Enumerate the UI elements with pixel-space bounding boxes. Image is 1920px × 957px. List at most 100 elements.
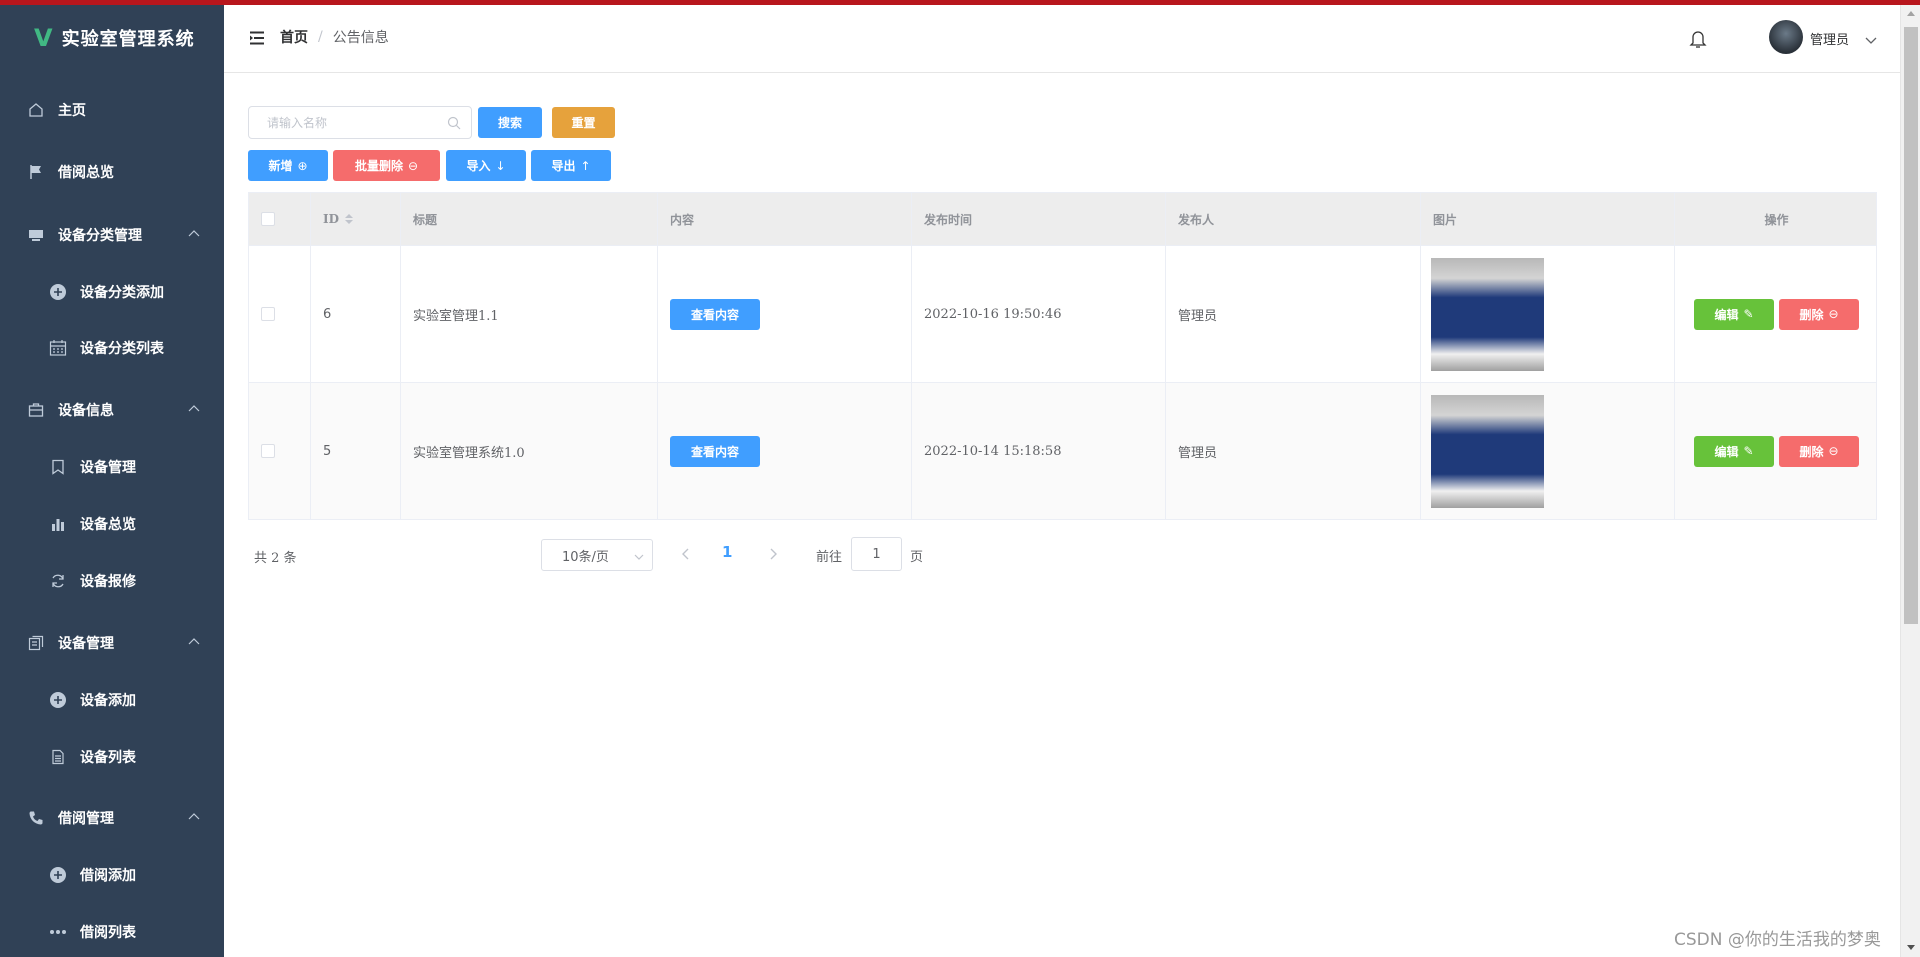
pencil-icon: ✎ [1743,307,1754,321]
cell-id: 5 [311,383,401,519]
cell-title: 实验室管理1.1 [401,246,658,382]
suitcase-icon [26,400,46,420]
reset-button[interactable]: 重置 [552,107,615,138]
more-icon [48,922,68,942]
vertical-scrollbar[interactable] [1900,5,1920,957]
refresh-icon [48,571,68,591]
sidebar-item-home[interactable]: 主页 [0,85,224,135]
circle-plus-icon [48,690,68,710]
arrow-down-icon: ↓ [495,158,506,173]
search-input[interactable]: 请输入名称 [248,106,472,139]
sidebar-item-label: 设备分类管理 [58,228,142,244]
sidebar-item-device-management[interactable]: 设备管理 [0,442,224,492]
chevron-up-icon [188,637,200,648]
scrollbar-thumb[interactable] [1904,27,1918,624]
sidebar-item-label: 设备报修 [80,574,136,590]
sidebar-item-label: 借阅添加 [80,868,136,884]
sort-caret-icon[interactable] [345,214,354,224]
header-id[interactable]: ID [311,193,401,245]
cell-time: 2022-10-16 19:50:46 [912,246,1166,382]
header-checkbox-cell [249,193,311,245]
sidebar-item-borrow-overview[interactable]: 借阅总览 [0,147,224,197]
add-button[interactable]: 新增 ⊕ [248,150,328,181]
table-row: 5 实验室管理系统1.0 查看内容 2022-10-14 15:18:58 管理… [249,382,1876,519]
sidebar-item-device-list[interactable]: 设备列表 [0,732,224,782]
edit-button[interactable]: 编辑 ✎ [1694,298,1774,330]
export-button[interactable]: 导出 ↑ [531,150,611,181]
view-content-button[interactable]: 查看内容 [670,435,760,467]
chevron-up-icon [188,229,200,240]
batch-delete-button[interactable]: 批量删除 ⊖ [333,150,440,181]
chevron-down-icon[interactable] [1865,31,1877,44]
avatar[interactable] [1769,20,1803,54]
flag-icon [26,162,46,182]
sidebar-item-label: 借阅管理 [58,811,114,827]
table-header: ID 标题 内容 发布时间 发布人 图片 操作 [249,193,1876,245]
page-size-value: 10条/页 [562,549,609,565]
bar-chart-icon [48,514,68,534]
sidebar-item-category-list[interactable]: 设备分类列表 [0,323,224,373]
edit-button[interactable]: 编辑 ✎ [1694,435,1774,467]
scroll-down-arrow-icon[interactable] [1907,945,1915,950]
cell-image [1421,246,1675,382]
cell-id: 6 [311,246,401,382]
app-logo: V 实验室管理系统 [0,5,224,70]
pencil-icon: ✎ [1743,444,1754,458]
calendar-icon [48,338,68,358]
sidebar-item-label: 设备管理 [58,636,114,652]
sidebar-item-label: 设备信息 [58,403,114,419]
sidebar-item-label: 设备列表 [80,750,136,766]
sidebar-item-device-repair[interactable]: 设备报修 [0,556,224,606]
table-row: 6 实验室管理1.1 查看内容 2022-10-16 19:50:46 管理员 … [249,245,1876,382]
phone-icon [26,808,46,828]
export-label: 导出 [551,159,576,173]
sidebar-item-device-admin[interactable]: 设备管理 [0,618,224,668]
cell-content: 查看内容 [658,246,912,382]
main-content: 首页 / 公告信息 管理员 请输入名称 搜索 重置 新增 ⊕ 批量删除 ⊖ 导入 ↓ … [224,5,1900,957]
username[interactable]: 管理员 [1810,29,1849,48]
sidebar-item-borrow-add[interactable]: 借阅添加 [0,850,224,900]
search-icon [447,116,461,130]
sidebar-item-borrow-management[interactable]: 借阅管理 [0,793,224,843]
sidebar-item-device-info[interactable]: 设备信息 [0,385,224,435]
notice-thumbnail[interactable] [1431,257,1544,371]
chevron-up-icon [188,404,200,415]
sidebar-item-device-add[interactable]: 设备添加 [0,675,224,725]
sidebar-item-category-management[interactable]: 设备分类管理 [0,210,224,260]
view-content-button[interactable]: 查看内容 [670,298,760,330]
search-button[interactable]: 搜索 [478,107,542,138]
edit-label: 编辑 [1714,307,1739,322]
top-header: 首页 / 公告信息 管理员 [224,5,1900,73]
delete-button[interactable]: 删除 ⊖ [1779,435,1859,467]
import-button[interactable]: 导入 ↓ [446,150,526,181]
header-publisher: 发布人 [1166,193,1421,245]
circle-minus-icon: ⊖ [407,158,419,173]
header-image: 图片 [1421,193,1675,245]
sidebar-item-category-add[interactable]: 设备分类添加 [0,267,224,317]
sidebar-item-label: 设备管理 [80,460,136,476]
menu-fold-icon[interactable] [249,30,265,45]
page-number-current[interactable]: 1 [722,543,732,561]
cell-title: 实验室管理系统1.0 [401,383,658,519]
sidebar-item-label: 借阅总览 [58,165,114,181]
bell-icon[interactable] [1689,29,1707,49]
cell-actions: 编辑 ✎ 删除 ⊖ [1675,383,1878,519]
row-checkbox[interactable] [261,307,275,321]
row-checkbox-cell [249,383,311,519]
header-time: 发布时间 [912,193,1166,245]
prev-page-icon[interactable] [680,546,692,562]
goto-page-input[interactable]: 1 [851,537,902,571]
scroll-up-arrow-icon[interactable] [1907,11,1915,16]
goto-suffix: 页 [910,550,924,565]
cell-publisher: 管理员 [1166,246,1421,382]
sidebar-item-device-overview[interactable]: 设备总览 [0,499,224,549]
page-size-select[interactable]: 10条/页 [541,539,653,571]
sidebar-item-borrow-list[interactable]: 借阅列表 [0,907,224,957]
delete-button[interactable]: 删除 ⊖ [1779,298,1859,330]
notice-thumbnail[interactable] [1431,394,1544,508]
select-all-checkbox[interactable] [261,212,275,226]
next-page-icon[interactable] [767,546,779,562]
sidebar-item-label: 设备分类添加 [80,285,164,301]
breadcrumb-home[interactable]: 首页 [280,27,308,47]
row-checkbox[interactable] [261,444,275,458]
